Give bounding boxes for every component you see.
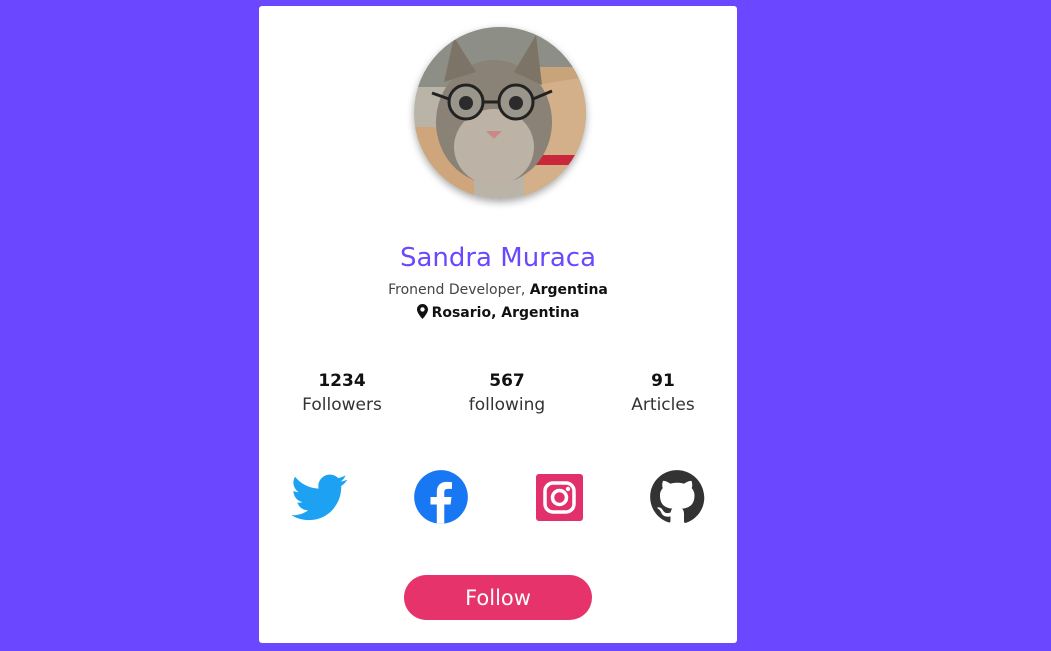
stat-following: 567 following <box>437 370 577 418</box>
follow-button[interactable]: Follow <box>404 575 592 620</box>
articles-count: 91 <box>651 371 675 391</box>
map-pin-icon <box>416 304 428 323</box>
stat-followers: 1234 Followers <box>272 370 412 418</box>
followers-count: 1234 <box>318 371 366 391</box>
instagram-link[interactable] <box>532 469 588 525</box>
twitter-link[interactable] <box>291 469 348 525</box>
articles-label: Articles <box>631 395 695 415</box>
profile-name: Sandra Muraca <box>399 243 597 273</box>
profile-card: Sandra Muraca Fronend Developer, Argenti… <box>259 6 737 643</box>
twitter-icon <box>291 474 348 521</box>
role-country: Argentina <box>529 282 608 298</box>
followers-label: Followers <box>302 395 382 415</box>
profile-location: Rosario, Argentina <box>259 304 737 323</box>
facebook-icon <box>414 470 468 524</box>
following-label: following <box>468 395 546 415</box>
location-text: Rosario, Argentina <box>431 305 580 321</box>
github-link[interactable] <box>649 469 705 525</box>
stat-articles: 91 Articles <box>593 370 733 418</box>
instagram-icon <box>536 474 583 521</box>
following-count: 567 <box>489 371 525 391</box>
github-icon <box>650 470 705 523</box>
facebook-link[interactable] <box>413 469 469 525</box>
avatar <box>414 27 586 199</box>
profile-role: Fronend Developer, Argentina <box>259 282 737 298</box>
role-title: Fronend Developer, <box>388 282 526 298</box>
